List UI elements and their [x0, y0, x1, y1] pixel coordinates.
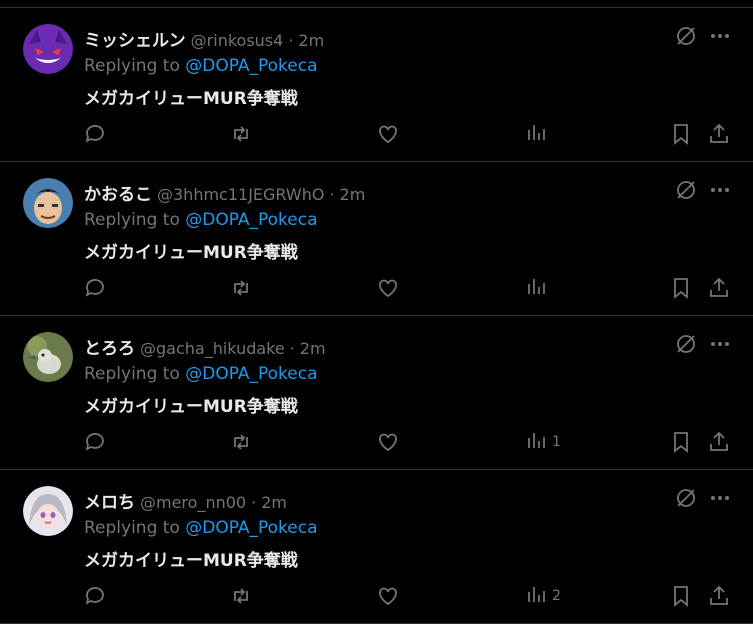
views-icon — [524, 274, 548, 302]
like-icon[interactable] — [376, 122, 400, 146]
more-icon[interactable] — [708, 486, 732, 510]
replying-to: Replying to @DOPA_Pokeca — [84, 210, 318, 230]
post-header: かおるこ @3hhmc11JEGRWhO · 2m — [84, 180, 366, 205]
post-header: メロち @mero_nn00 · 2m — [84, 488, 287, 513]
display-name[interactable]: メロち — [84, 488, 135, 513]
share-icon[interactable] — [707, 430, 731, 454]
replying-to-label: Replying to — [84, 518, 186, 538]
mention-link[interactable]: @DOPA_Pokeca — [185, 210, 317, 230]
replying-to-label: Replying to — [84, 56, 186, 76]
more-icon[interactable] — [708, 178, 732, 202]
views-button[interactable]: 2 — [524, 584, 561, 608]
grok-icon[interactable] — [674, 24, 698, 48]
reply-feed: ミッシェルン @rinkosus4 · 2m Replying to @DOPA… — [0, 0, 753, 624]
reply-post[interactable]: メロち @mero_nn00 · 2m Replying to @DOPA_Po… — [0, 470, 753, 624]
post-header: とろろ @gacha_hikudake · 2m — [84, 334, 326, 359]
user-handle[interactable]: @3hhmc11JEGRWhO — [157, 185, 324, 204]
bookmark-icon[interactable] — [669, 584, 693, 608]
share-icon[interactable] — [707, 122, 731, 146]
avatar[interactable] — [23, 178, 73, 228]
retweet-icon[interactable] — [229, 276, 253, 300]
more-icon[interactable] — [708, 24, 732, 48]
post-text: メガカイリューMUR争奪戦 — [84, 243, 298, 263]
bookmark-icon[interactable] — [669, 276, 693, 300]
views-icon — [524, 120, 548, 148]
replying-to-label: Replying to — [84, 364, 186, 384]
separator: · — [329, 185, 335, 204]
share-icon[interactable] — [707, 276, 731, 300]
replying-to-label: Replying to — [84, 210, 186, 230]
avatar[interactable] — [23, 486, 73, 536]
user-handle[interactable]: @mero_nn00 — [140, 493, 246, 512]
retweet-icon[interactable] — [229, 122, 253, 146]
post-text: メガカイリューMUR争奪戦 — [84, 89, 298, 109]
bookmark-icon[interactable] — [669, 122, 693, 146]
like-icon[interactable] — [376, 584, 400, 608]
views-button[interactable] — [524, 122, 552, 146]
mention-link[interactable]: @DOPA_Pokeca — [185, 518, 317, 538]
views-button[interactable] — [524, 276, 552, 300]
display-name[interactable]: ミッシェルン — [84, 26, 186, 51]
avatar[interactable] — [23, 24, 73, 74]
reply-post[interactable]: かおるこ @3hhmc11JEGRWhO · 2m Replying to @D… — [0, 162, 753, 316]
grok-icon[interactable] — [674, 332, 698, 356]
user-handle[interactable]: @gacha_hikudake — [140, 339, 285, 358]
replying-to: Replying to @DOPA_Pokeca — [84, 56, 318, 76]
reply-post[interactable]: とろろ @gacha_hikudake · 2m Replying to @DO… — [0, 316, 753, 470]
mention-link[interactable]: @DOPA_Pokeca — [185, 364, 317, 384]
mention-link[interactable]: @DOPA_Pokeca — [185, 56, 317, 76]
like-icon[interactable] — [376, 276, 400, 300]
like-icon[interactable] — [376, 430, 400, 454]
replying-to: Replying to @DOPA_Pokeca — [84, 364, 318, 384]
post-text: メガカイリューMUR争奪戦 — [84, 397, 298, 417]
share-icon[interactable] — [707, 584, 731, 608]
views-icon — [524, 428, 548, 456]
timestamp[interactable]: 2m — [298, 31, 324, 50]
views-count: 2 — [552, 588, 561, 604]
reply-post[interactable]: ミッシェルン @rinkosus4 · 2m Replying to @DOPA… — [0, 8, 753, 162]
reply-icon[interactable] — [83, 122, 107, 146]
reply-icon[interactable] — [83, 430, 107, 454]
reply-icon[interactable] — [83, 584, 107, 608]
timestamp[interactable]: 2m — [300, 339, 326, 358]
separator: · — [289, 339, 295, 358]
avatar[interactable] — [23, 332, 73, 382]
post-text: メガカイリューMUR争奪戦 — [84, 551, 298, 571]
display-name[interactable]: かおるこ — [84, 180, 152, 205]
separator: · — [251, 493, 257, 512]
user-handle[interactable]: @rinkosus4 — [191, 31, 284, 50]
views-count: 1 — [552, 434, 561, 450]
more-icon[interactable] — [708, 332, 732, 356]
post-header: ミッシェルン @rinkosus4 · 2m — [84, 26, 324, 51]
views-button[interactable]: 1 — [524, 430, 561, 454]
display-name[interactable]: とろろ — [84, 334, 135, 359]
retweet-icon[interactable] — [229, 584, 253, 608]
reply-icon[interactable] — [83, 276, 107, 300]
replying-to: Replying to @DOPA_Pokeca — [84, 518, 318, 538]
retweet-icon[interactable] — [229, 430, 253, 454]
grok-icon[interactable] — [674, 178, 698, 202]
grok-icon[interactable] — [674, 486, 698, 510]
timestamp[interactable]: 2m — [340, 185, 366, 204]
bookmark-icon[interactable] — [669, 430, 693, 454]
timestamp[interactable]: 2m — [261, 493, 287, 512]
views-icon — [524, 582, 548, 610]
separator: · — [288, 31, 294, 50]
